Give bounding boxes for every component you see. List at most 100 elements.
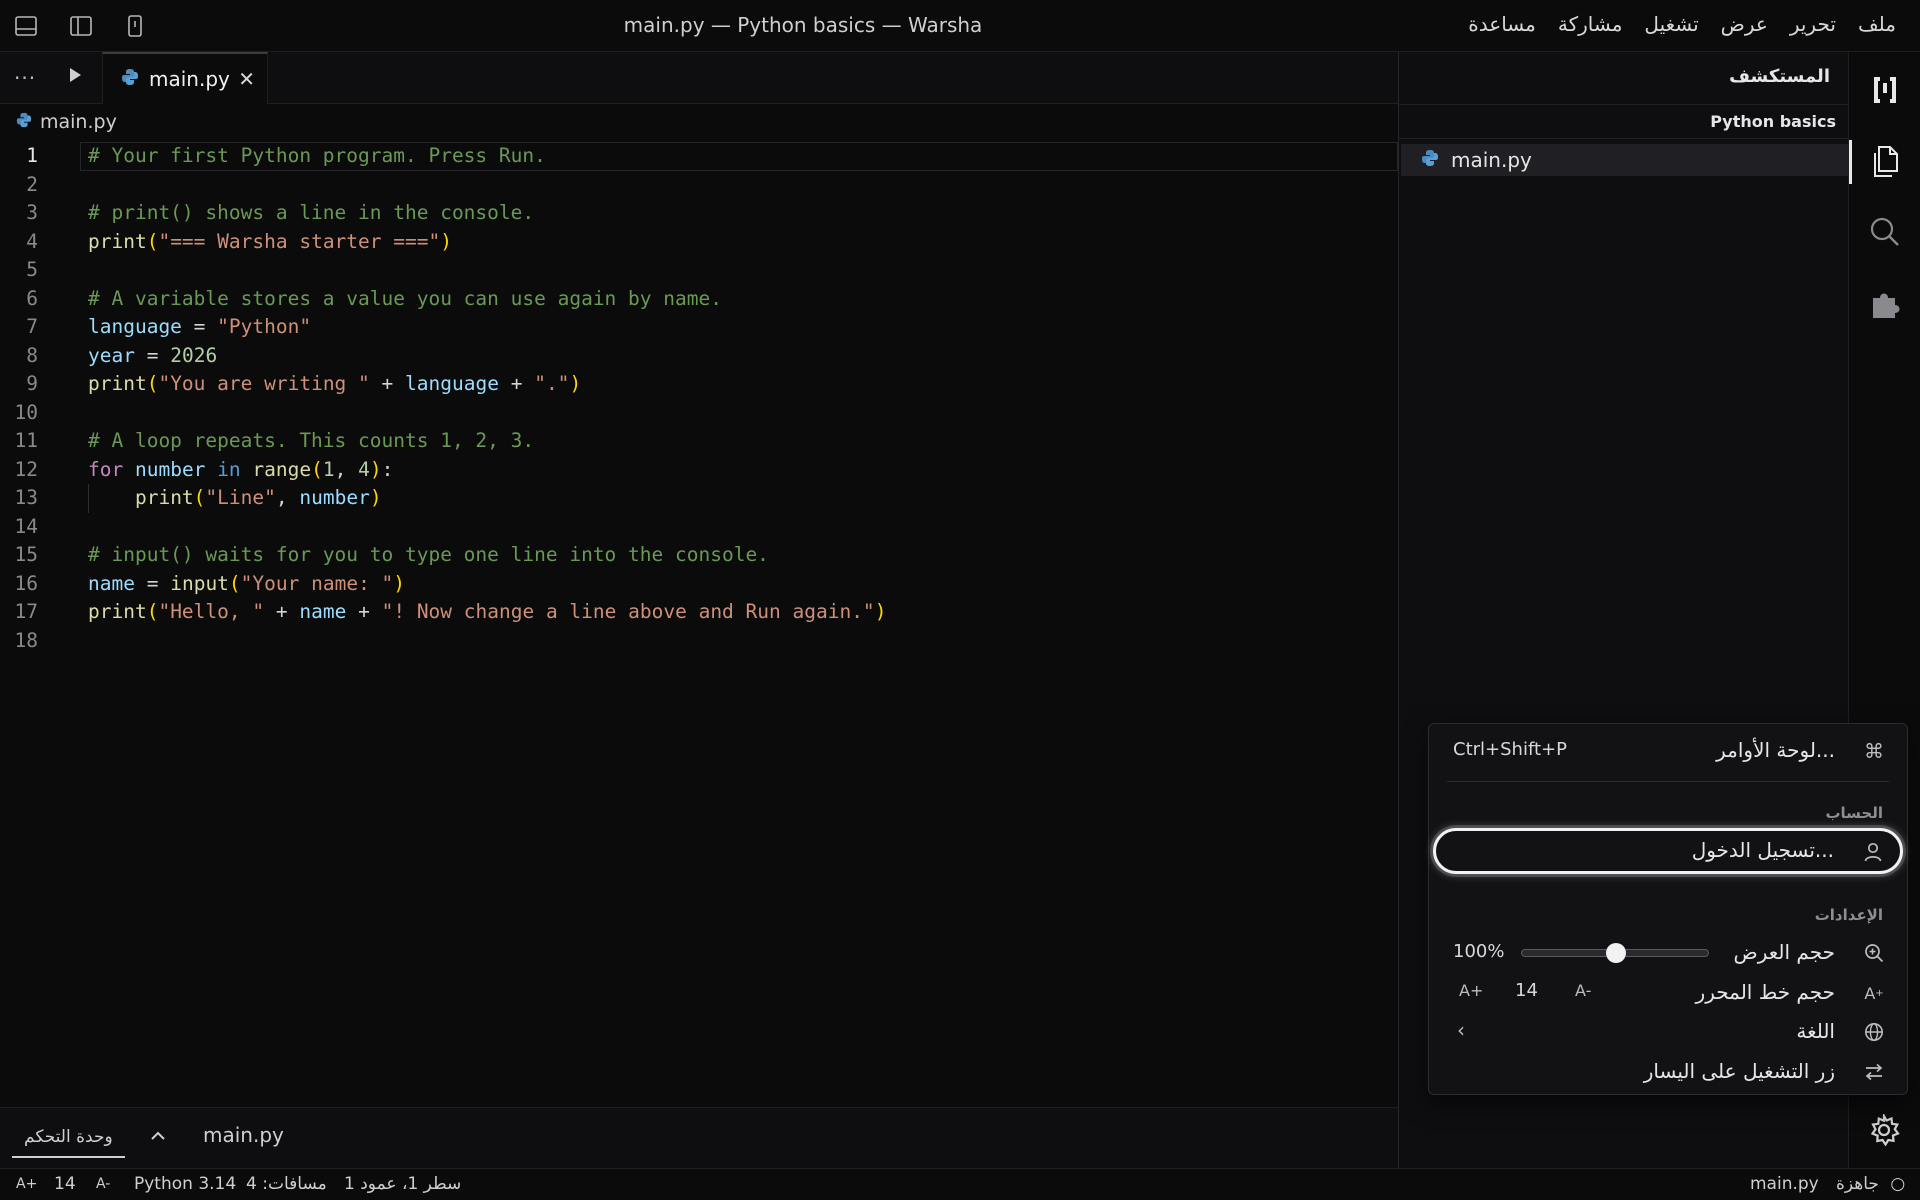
font-increase-button[interactable]: A+ — [1459, 981, 1483, 1000]
line-number: 11 — [14, 429, 38, 452]
line-content: # input() waits for you to type one line… — [88, 543, 769, 566]
section-account: الحساب — [1825, 804, 1883, 822]
run-icon[interactable] — [68, 67, 82, 87]
close-icon[interactable]: ✕ — [238, 67, 255, 91]
divider — [1447, 781, 1889, 782]
explorer-title: المستكشف — [1729, 66, 1830, 87]
font-size-value: 14 — [54, 1174, 76, 1194]
editor-font-label: حجم خط المحرر — [1695, 980, 1835, 1004]
line-number: 14 — [14, 514, 38, 538]
logo-icon — [1849, 60, 1920, 120]
line-number: 3 — [26, 201, 38, 224]
code-line[interactable]: 3 # print() shows a line in the console. — [0, 199, 1398, 228]
line-content: print("Hello, " + name + "! Now change a… — [88, 600, 887, 623]
font-increase-button[interactable]: A+ — [16, 1176, 37, 1192]
code-line[interactable]: 11 # A loop repeats. This counts 1, 2, 3. — [0, 427, 1398, 456]
tab-console[interactable]: وحدة التحكم — [12, 1118, 125, 1158]
font-decrease-button[interactable]: A- — [1575, 981, 1591, 1000]
font-decrease-button[interactable]: A- — [96, 1176, 110, 1192]
code-line[interactable]: 14 — [0, 513, 1398, 542]
menu-share[interactable]: مشاركة — [1558, 12, 1623, 36]
line-content: year = 2026 — [88, 343, 218, 367]
code-line[interactable]: 5 — [0, 256, 1398, 285]
explorer-files-icon[interactable] — [1849, 132, 1920, 192]
chevron-up-icon[interactable] — [150, 1126, 166, 1145]
extensions-icon[interactable] — [1849, 274, 1920, 334]
code-line[interactable]: 1 # Your first Python program. Press Run. — [0, 142, 1398, 171]
line-content: # print() shows a line in the console. — [88, 201, 535, 224]
line-number: 9 — [26, 372, 38, 395]
menu-view[interactable]: عرض — [1721, 12, 1768, 36]
globe-icon — [1863, 1021, 1885, 1043]
breadcrumb-file: main.py — [40, 111, 117, 133]
python-file-icon — [16, 111, 32, 133]
python-file-icon — [121, 67, 139, 91]
line-content: language = "Python" — [88, 315, 312, 338]
cursor-position[interactable]: سطر 1، عمود 1 — [344, 1174, 461, 1194]
code-line[interactable]: 7 language = "Python" — [0, 313, 1398, 342]
menu-edit[interactable]: تحرير — [1790, 12, 1836, 36]
title-bar: main.py — Python basics — Warsha ملف تحر… — [0, 0, 1920, 52]
file-label: main.py — [1451, 148, 1532, 172]
zoom-label: حجم العرض — [1733, 940, 1835, 964]
tab-bar: ··· main.py ✕ — [0, 52, 1398, 104]
code-line[interactable]: 18 — [0, 627, 1398, 656]
line-content: print("Line", number) — [134, 486, 382, 509]
file-item-main-py[interactable]: main.py — [1401, 144, 1848, 176]
code-line[interactable]: 15 # input() waits for you to type one li… — [0, 541, 1398, 570]
divider — [1399, 138, 1848, 139]
command-icon: ⌘ — [1864, 739, 1884, 763]
menu-item-language[interactable]: اللغة ‹ — [1429, 1013, 1907, 1049]
code-editor[interactable]: 1 # Your first Python program. Press Run.… — [0, 142, 1398, 655]
python-file-icon — [1421, 148, 1439, 172]
code-line[interactable]: 12 for number in range(1, 4): — [0, 456, 1398, 485]
project-name[interactable]: Python basics — [1710, 112, 1836, 131]
menu-item-run-button-left[interactable]: زر التشغيل على اليسار — [1429, 1053, 1907, 1089]
code-line[interactable]: 10 — [0, 399, 1398, 428]
editor-area: ··· main.py ✕ main.py 1 # Your first Pyth… — [0, 52, 1398, 1107]
search-icon[interactable] — [1849, 202, 1920, 262]
line-content: # Your first Python program. Press Run. — [88, 144, 546, 167]
line-number: 10 — [14, 400, 38, 424]
code-line[interactable]: 8 year = 2026 — [0, 342, 1398, 371]
menu-help[interactable]: مساعدة — [1468, 12, 1536, 36]
line-number: 1 — [26, 144, 38, 167]
status-ready-label: جاهزة — [1836, 1174, 1879, 1194]
python-version[interactable]: Python 3.14 — [134, 1174, 236, 1194]
menu-file[interactable]: ملف — [1858, 12, 1896, 36]
settings-menu: ⌘ لوحة الأوامر... Ctrl+Shift+P الحساب تس… — [1428, 723, 1908, 1095]
indent-spaces[interactable]: مسافات: 4 — [246, 1174, 327, 1194]
tab-main-py[interactable]: main.py ✕ — [102, 52, 268, 104]
more-actions-icon[interactable]: ··· — [14, 66, 36, 90]
menu-item-editor-font-size: A + حجم خط المحرر A- 14 A+ — [1429, 974, 1907, 1010]
zoom-slider-handle[interactable] — [1606, 943, 1626, 963]
line-number: 16 — [14, 571, 38, 595]
status-circle-icon: ○ — [1890, 1174, 1906, 1194]
chevron-left-icon: ‹ — [1457, 1018, 1465, 1042]
language-label: اللغة — [1796, 1019, 1835, 1043]
line-number: 4 — [26, 229, 38, 253]
settings-gear-icon[interactable] — [1848, 1100, 1920, 1160]
zoom-slider[interactable] — [1521, 943, 1709, 963]
line-number: 5 — [26, 258, 38, 281]
menu-item-command-palette[interactable]: ⌘ لوحة الأوامر... Ctrl+Shift+P — [1429, 732, 1907, 768]
line-number: 7 — [26, 315, 38, 338]
code-line[interactable]: 9 print("You are writing " + language + "… — [0, 370, 1398, 399]
line-content: print("You are writing " + language + ".… — [88, 372, 582, 395]
zoom-in-icon — [1863, 942, 1885, 964]
shortcut-label: Ctrl+Shift+P — [1453, 739, 1567, 760]
menu-run[interactable]: تشغيل — [1644, 12, 1698, 36]
line-content: for number in range(1, 4): — [88, 457, 394, 481]
code-line[interactable]: 17 print("Hello, " + name + "! Now change… — [0, 598, 1398, 627]
code-line[interactable]: 13 print("Line", number) — [0, 484, 1398, 513]
line-content: name = input("Your name: ") — [88, 571, 406, 595]
code-line[interactable]: 4 print("=== Warsha starter ===") — [0, 228, 1398, 257]
code-line[interactable]: 2 — [0, 171, 1398, 200]
code-line[interactable]: 16 name = input("Your name: ") — [0, 570, 1398, 599]
line-number: 8 — [26, 343, 38, 367]
line-content: print("=== Warsha starter ===") — [88, 229, 452, 253]
user-icon — [1862, 841, 1884, 863]
breadcrumb[interactable]: main.py — [16, 108, 117, 136]
code-line[interactable]: 6 # A variable stores a value you can use… — [0, 285, 1398, 314]
sign-in-button[interactable]: تسجيل الدخول... — [1433, 828, 1903, 874]
